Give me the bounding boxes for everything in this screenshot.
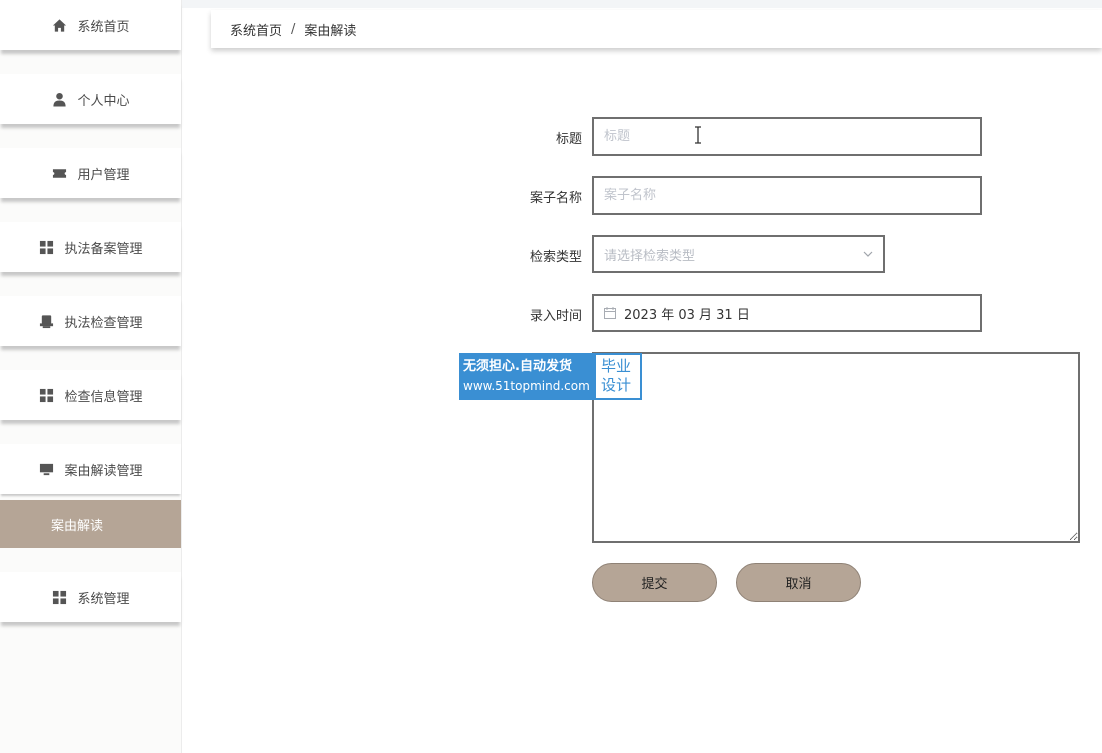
sidebar-subitem-case-interpretation[interactable]: 案由解读 <box>0 500 181 548</box>
monitor-icon <box>38 461 54 477</box>
sidebar-item-label: 个人中心 <box>77 93 130 109</box>
grid-icon <box>38 387 54 403</box>
sidebar-item-label: 检查信息管理 <box>64 389 143 405</box>
sidebar-item-system-management[interactable]: 系统管理 <box>0 572 181 622</box>
watermark-badge-line2: 设计 <box>601 376 632 394</box>
watermark-badge-line1: 毕业 <box>601 357 632 375</box>
breadcrumb-current: 案由解读 <box>304 23 357 39</box>
submit-button[interactable]: 提交 <box>592 563 717 602</box>
search-type-select[interactable]: 请选择检索类型 <box>592 235 885 273</box>
title-input[interactable] <box>592 117 982 156</box>
printer-icon <box>38 313 54 329</box>
home-icon <box>51 17 67 33</box>
grid-icon <box>38 239 54 255</box>
content-textarea[interactable] <box>592 352 1080 543</box>
watermark-banner: 无须担心.自动发货 www.51topmind.com 毕业 设计 <box>459 353 642 400</box>
entry-time-value: 2023 年 03 月 31 日 <box>624 307 750 323</box>
breadcrumb: 系统首页 / 案由解读 <box>211 10 1102 48</box>
search-type-placeholder: 请选择检索类型 <box>604 248 696 264</box>
sidebar-item-inspection-info[interactable]: 检查信息管理 <box>0 370 181 420</box>
sidebar-item-label: 系统首页 <box>77 19 130 35</box>
text-cursor-icon <box>695 126 701 144</box>
watermark-line1: 无须担心.自动发货 <box>463 359 572 374</box>
search-type-label: 检索类型 <box>529 250 582 265</box>
grid-icon <box>51 589 67 605</box>
calendar-icon <box>604 307 616 319</box>
sidebar-item-label: 案由解读管理 <box>64 463 143 479</box>
watermark-line2: www.51topmind.com <box>463 379 590 393</box>
entry-time-label: 录入时间 <box>529 309 582 324</box>
sidebar-item-home[interactable]: 系统首页 <box>0 0 181 50</box>
sidebar-item-enforcement-inspection[interactable]: 执法检查管理 <box>0 296 181 346</box>
ticket-icon <box>51 165 67 181</box>
sidebar-item-enforcement-filing[interactable]: 执法备案管理 <box>0 222 181 272</box>
sidebar-item-label: 用户管理 <box>77 167 130 183</box>
sidebar-item-label: 执法备案管理 <box>64 241 143 257</box>
entry-time-picker[interactable]: 2023 年 03 月 31 日 <box>592 294 982 332</box>
case-name-label: 案子名称 <box>529 191 582 206</box>
sidebar: 系统首页 个人中心 用户管理 执法备案管理 执法检查管理 检查信息管理 案由解读… <box>0 0 182 753</box>
chevron-down-icon <box>863 251 873 257</box>
title-label: 标题 <box>555 132 582 147</box>
sidebar-item-personal-center[interactable]: 个人中心 <box>0 74 181 124</box>
sidebar-item-case-interpretation[interactable]: 案由解读管理 <box>0 444 181 494</box>
case-name-input[interactable] <box>592 176 982 215</box>
sidebar-item-label: 执法检查管理 <box>64 315 143 331</box>
sidebar-item-label: 系统管理 <box>77 591 130 607</box>
breadcrumb-separator: / <box>291 21 296 37</box>
cancel-button[interactable]: 取消 <box>736 563 861 602</box>
user-icon <box>51 91 67 107</box>
breadcrumb-home-link[interactable]: 系统首页 <box>230 20 282 39</box>
watermark-badge: 毕业 设计 <box>594 353 642 400</box>
sidebar-item-user-management[interactable]: 用户管理 <box>0 148 181 198</box>
watermark-text-block: 无须担心.自动发货 www.51topmind.com <box>459 353 594 400</box>
